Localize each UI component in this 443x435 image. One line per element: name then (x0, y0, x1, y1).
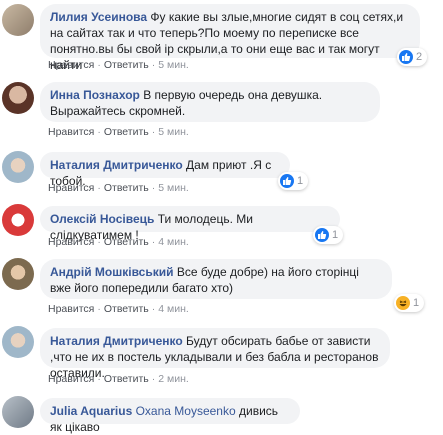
like-reaction-icon (315, 228, 329, 242)
comment-bubble: Julia Aquarius Oxana Moyseenko дивись як… (40, 398, 300, 434)
avatar[interactable] (2, 326, 34, 358)
reply-link[interactable]: Ответить (104, 373, 149, 385)
comment-author[interactable]: Олексій Носівець (50, 212, 154, 226)
comment-actions: Нравится · Ответить · 4 мин. (48, 303, 189, 315)
like-link[interactable]: Нравится (48, 182, 94, 194)
comment-author[interactable]: Наталия Дмитриченко (50, 334, 183, 348)
like-link[interactable]: Нравится (48, 373, 94, 385)
comment-bubble: Лилия Усеинова Фу какие вы злые,многие с… (40, 4, 420, 72)
comment-bubble: Наталия Дмитриченко Дам приют .Я с тобой… (40, 152, 290, 188)
like-link[interactable]: Нравится (48, 126, 94, 138)
reaction-count-value: 2 (416, 51, 423, 63)
comment-actions: Нравится · Ответить · 5 мин. (48, 182, 189, 194)
comment-author[interactable]: Julia Aquarius (50, 404, 132, 418)
reply-link[interactable]: Ответить (104, 59, 149, 71)
avatar[interactable] (2, 204, 34, 236)
comment-bubble: Олексій Носівець Ти молодець. Ми слідкув… (40, 206, 340, 242)
reply-link[interactable]: Ответить (104, 236, 149, 248)
reply-link[interactable]: Ответить (104, 126, 149, 138)
avatar[interactable] (2, 258, 34, 290)
comment-time[interactable]: 5 мин. (158, 182, 189, 194)
like-link[interactable]: Нравится (48, 236, 94, 248)
reaction-count[interactable]: 2 (397, 48, 428, 66)
avatar[interactable] (2, 4, 34, 36)
comment-mention[interactable]: Oxana Moyseenko (136, 404, 236, 418)
reaction-count-value: 1 (297, 175, 304, 187)
comment-time[interactable]: 5 мин. (158, 126, 189, 138)
comment-actions: Нравится · Ответить · 4 мин. (48, 236, 189, 248)
reaction-count[interactable]: 1 (313, 226, 344, 244)
reaction-count[interactable]: 1 (278, 172, 309, 190)
comment-author[interactable]: Инна Познахор (50, 88, 140, 102)
comment-time[interactable]: 4 мин. (158, 303, 189, 315)
like-link[interactable]: Нравится (48, 303, 94, 315)
reaction-count-value: 1 (413, 297, 420, 309)
reaction-count[interactable]: 1 (394, 294, 425, 312)
avatar[interactable] (2, 151, 34, 183)
avatar[interactable] (2, 396, 34, 428)
comment-bubble: Инна Познахор В первую очередь она девуш… (40, 82, 380, 122)
haha-reaction-icon (396, 296, 410, 310)
reply-link[interactable]: Ответить (104, 182, 149, 194)
comment-author[interactable]: Наталия Дмитриченко (50, 158, 183, 172)
comment-actions: Нравится · Ответить · 5 мин. (48, 59, 189, 71)
like-link[interactable]: Нравится (48, 59, 94, 71)
comment-time[interactable]: 4 мин. (158, 236, 189, 248)
like-reaction-icon (399, 50, 413, 64)
like-reaction-icon (280, 174, 294, 188)
comment-author[interactable]: Андрій Мошківський (50, 265, 173, 279)
comment-actions: Нравится · Ответить · 2 мин. (48, 373, 189, 385)
avatar[interactable] (2, 82, 34, 114)
reply-link[interactable]: Ответить (104, 303, 149, 315)
reaction-count-value: 1 (332, 229, 339, 241)
comment-bubble: Наталия Дмитриченко Будут обсирать бабье… (40, 328, 390, 380)
comment-author[interactable]: Лилия Усеинова (50, 10, 147, 24)
comment-time[interactable]: 2 мин. (158, 373, 189, 385)
comment-actions: Нравится · Ответить · 5 мин. (48, 126, 189, 138)
comment-time[interactable]: 5 мин. (158, 59, 189, 71)
comment-bubble: Андрій Мошківський Все буде добре) на йо… (40, 259, 392, 299)
